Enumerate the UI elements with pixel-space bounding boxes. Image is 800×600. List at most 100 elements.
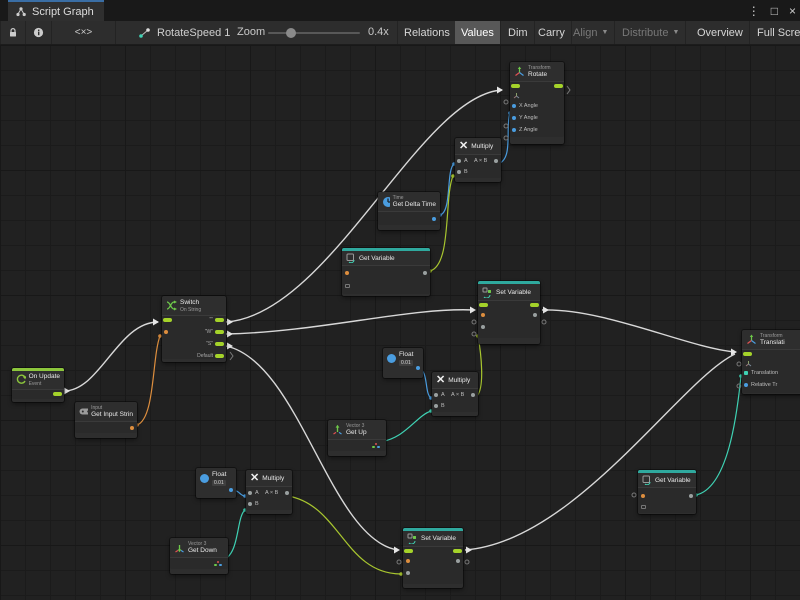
float-output-port[interactable] (416, 366, 420, 370)
vector3-output-port[interactable] (214, 561, 222, 567)
variable-name-port[interactable] (641, 494, 645, 498)
full-screen-button[interactable]: Full Screen (751, 21, 800, 44)
transform-self-icon[interactable] (745, 360, 752, 367)
node-set-variable-mid[interactable]: Set Variable (478, 281, 540, 344)
float-value-field[interactable]: 0.01 (399, 360, 413, 366)
input-b-port[interactable] (434, 404, 438, 408)
window-menu-icon[interactable]: ⋮ (748, 4, 760, 18)
input-a-port[interactable] (248, 491, 252, 495)
transform-self-icon[interactable] (513, 92, 520, 99)
node-float-bottom[interactable]: Float 0.01 (196, 468, 236, 498)
zoom-to-fit-button[interactable]: <×> (52, 21, 116, 44)
translation-port[interactable] (744, 371, 748, 375)
variable-value-output-port[interactable] (456, 559, 460, 563)
flow-out-port[interactable] (530, 303, 539, 307)
variable-value-output-port[interactable] (423, 271, 427, 275)
zoom-slider-thumb[interactable] (286, 28, 296, 38)
distribute-button[interactable]: Distribute ▼ (616, 21, 686, 44)
input-a-port[interactable] (434, 393, 438, 397)
variable-kind-icon[interactable] (641, 505, 646, 509)
x-angle-port[interactable] (512, 104, 516, 108)
graph-breadcrumb[interactable]: RotateSpeed 1 (138, 21, 230, 44)
node-title: Set Variable (496, 289, 531, 296)
graph-canvas[interactable]: Transform Rotate X Angle Y Angle Z Angle (0, 45, 800, 600)
values-button[interactable]: Values (455, 21, 501, 44)
node-title: Multiply (262, 475, 284, 482)
vector3-output-port[interactable] (372, 443, 380, 449)
inspect-button[interactable] (26, 21, 52, 44)
node-get-up[interactable]: Vector 3 Get Up (328, 420, 386, 456)
variable-value-output-port[interactable] (533, 313, 537, 317)
flow-in-port[interactable] (743, 352, 752, 356)
float-output-port[interactable] (229, 488, 233, 492)
variable-value-input-port[interactable] (406, 571, 410, 575)
node-get-variable-right[interactable]: Get Variable (638, 470, 696, 514)
loop-icon (16, 374, 26, 385)
zoom-label: Zoom (237, 26, 265, 38)
float-value-field[interactable]: 0.01 (212, 480, 226, 486)
variable-name-port[interactable] (481, 313, 485, 317)
node-float-top[interactable]: Float 0.01 (383, 348, 423, 378)
tab-script-graph[interactable]: Script Graph (8, 0, 104, 21)
flow-out-port[interactable] (554, 84, 563, 88)
node-title: On Update (29, 373, 60, 381)
relative-to-port[interactable] (744, 383, 748, 387)
lock-button[interactable] (0, 21, 26, 44)
node-get-variable-top[interactable]: Get Variable (342, 248, 430, 296)
variable-name-port[interactable] (345, 271, 349, 275)
z-angle-port[interactable] (512, 128, 516, 132)
result-port[interactable] (471, 393, 475, 397)
overview-button[interactable]: Overview (691, 21, 750, 44)
input-b-port[interactable] (248, 502, 252, 506)
node-switch[interactable]: Switch On String "" "W" "S" Default (162, 296, 226, 362)
node-rotate[interactable]: Transform Rotate X Angle Y Angle Z Angle (510, 62, 564, 144)
flow-out-port[interactable] (453, 549, 462, 553)
result-port[interactable] (285, 491, 289, 495)
variable-name-port[interactable] (406, 559, 410, 563)
node-title: Get Input Strin (91, 411, 133, 419)
lock-icon (8, 27, 18, 38)
node-multiply-mid[interactable]: ✕ Multiply A A × B B (432, 372, 478, 416)
node-set-variable-bottom[interactable]: Set Variable (403, 528, 463, 588)
output-label: A × B (451, 393, 464, 399)
variable-value-input-port[interactable] (481, 325, 485, 329)
node-get-down[interactable]: Vector 3 Get Down (170, 538, 228, 574)
multiply-icon: ✕ (436, 375, 445, 386)
close-icon[interactable]: × (789, 4, 796, 18)
node-multiply-bottom[interactable]: ✕ Multiply A A × B B (246, 470, 292, 514)
selector-string-port[interactable] (164, 330, 168, 334)
node-get-input-string[interactable]: Input Get Input Strin (75, 402, 137, 438)
maximize-icon[interactable]: □ (771, 4, 778, 18)
tab-title: Script Graph (32, 6, 94, 18)
switch-icon (166, 300, 177, 311)
input-a-port[interactable] (457, 159, 461, 163)
node-multiply-top[interactable]: ✕ Multiply A A × B B (455, 138, 501, 182)
variable-kind-icon[interactable] (345, 284, 350, 288)
node-translate[interactable]: Transform Translati Translation Relative… (742, 330, 800, 394)
zoom-slider[interactable] (268, 32, 360, 34)
carry-button[interactable]: Carry (532, 21, 572, 44)
case-w-out-port[interactable] (215, 330, 224, 334)
case-empty-out-port[interactable] (215, 318, 224, 322)
flow-in-port[interactable] (479, 303, 488, 307)
node-title: Translati (760, 339, 785, 347)
node-title: Float (212, 471, 226, 479)
dim-button[interactable]: Dim (502, 21, 535, 44)
flow-in-port[interactable] (163, 318, 172, 322)
delta-time-output-port[interactable] (432, 217, 436, 221)
node-get-delta-time[interactable]: Time Get Delta Time (378, 192, 440, 230)
case-s-out-port[interactable] (215, 342, 224, 346)
flow-in-port[interactable] (404, 549, 413, 553)
align-button[interactable]: Align ▼ (567, 21, 615, 44)
relations-button[interactable]: Relations (397, 21, 457, 44)
case-default-out-port[interactable] (215, 354, 224, 358)
node-title: Set Variable (421, 535, 456, 542)
variable-value-output-port[interactable] (689, 494, 693, 498)
flow-out-port[interactable] (53, 392, 62, 396)
flow-in-port[interactable] (511, 84, 520, 88)
y-angle-port[interactable] (512, 116, 516, 120)
node-on-update[interactable]: On Update Event (12, 368, 64, 402)
input-string-output-port[interactable] (130, 426, 134, 430)
input-b-port[interactable] (457, 170, 461, 174)
result-port[interactable] (494, 159, 498, 163)
